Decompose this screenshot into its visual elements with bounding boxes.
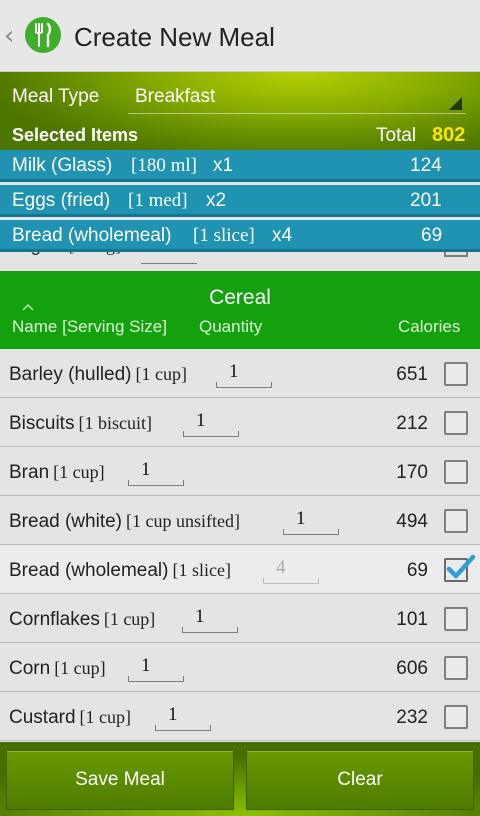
meal-type-label: Meal Type	[12, 86, 100, 107]
total-label: Total	[376, 125, 417, 146]
quantity-input[interactable]: 1	[216, 361, 272, 388]
food-serving: [1 cup unsifted]	[126, 511, 240, 531]
meal-panel: Meal Type Breakfast Selected Items Total…	[0, 72, 480, 150]
select-checkbox[interactable]	[444, 705, 468, 729]
select-checkbox[interactable]	[444, 607, 468, 631]
select-checkbox[interactable]	[444, 362, 468, 386]
quantity-value: 1	[195, 606, 205, 627]
selected-item-row[interactable]: Bread (wholemeal) [1 slice] x4 69	[0, 220, 480, 252]
selected-item-qty: x4	[272, 225, 293, 246]
list-item[interactable]: Bran [1 cup] 1 170	[0, 447, 480, 496]
list-item[interactable]: Barley (hulled) [1 cup] 1 651	[0, 349, 480, 398]
calories-value: 212	[396, 413, 428, 434]
select-checkbox[interactable]	[444, 554, 476, 582]
selected-item-calories: 69	[421, 225, 443, 246]
category-header: Cereal Name [Serving Size] Quantity Calo…	[0, 271, 480, 349]
list-item[interactable]: Custard [1 cup] 1 232	[0, 692, 480, 741]
selected-item-calories: 201	[410, 190, 442, 211]
selected-item-serving: [180 ml]	[131, 155, 197, 176]
selected-item-calories: 124	[410, 155, 442, 176]
quantity-input[interactable]: 1	[155, 704, 211, 731]
quantity-value: 1	[196, 410, 206, 431]
dropdown-arrow-icon	[449, 97, 462, 110]
calories-value: 494	[396, 511, 428, 532]
category-title[interactable]: Cereal	[0, 286, 480, 310]
calories-value: 232	[396, 707, 428, 728]
select-checkbox[interactable]	[444, 509, 468, 533]
list-item[interactable]: Bread (wholemeal) [1 slice] 4 69	[0, 545, 480, 594]
selected-item-name: Eggs (fried)	[12, 190, 111, 211]
calories-value: 101	[396, 609, 428, 630]
calories-value: 606	[396, 658, 428, 679]
fork-knife-icon[interactable]	[25, 17, 61, 53]
selected-item-serving: [1 slice]	[193, 225, 255, 246]
quantity-input[interactable]: 1	[128, 459, 184, 486]
quantity-value: 1	[141, 459, 151, 480]
action-bar: ‹ Create New Meal	[0, 0, 480, 72]
calories-value: 651	[396, 364, 428, 385]
food-name: Corn	[9, 658, 51, 679]
food-name: Custard	[9, 707, 76, 728]
select-checkbox[interactable]	[444, 460, 468, 484]
selected-item-name: Bread (wholemeal)	[12, 225, 172, 246]
food-name: Bread (white)	[9, 511, 122, 532]
food-name: Cornflakes	[9, 609, 100, 630]
list-item[interactable]: Biscuits [1 biscuit] 1 212	[0, 398, 480, 447]
back-chevron-icon[interactable]: ‹	[4, 20, 20, 52]
selected-item-row[interactable]: Milk (Glass) [180 ml] x1 124	[0, 150, 480, 182]
button-bar: Save Meal Clear	[0, 742, 480, 816]
list-item[interactable]: Cornflakes [1 cup] 1 101	[0, 594, 480, 643]
calories-value: 69	[406, 560, 428, 581]
quantity-input[interactable]: 1	[283, 508, 339, 535]
quantity-value: 1	[229, 361, 239, 382]
food-serving: [1 cup]	[135, 364, 187, 384]
selected-item-serving: [1 med]	[128, 190, 188, 211]
selected-item-qty: x2	[206, 190, 227, 211]
selected-item-qty: x1	[213, 155, 234, 176]
column-header-name: Name [Serving Size]	[12, 317, 167, 337]
food-serving: [1 biscuit]	[78, 413, 152, 433]
chevron-up-icon[interactable]	[22, 301, 34, 313]
selected-items-label: Selected Items	[12, 125, 139, 145]
quantity-value: 4	[276, 557, 286, 578]
total-calories: 802	[432, 124, 466, 146]
column-header-quantity: Quantity	[199, 317, 263, 336]
select-checkbox[interactable]	[444, 411, 468, 435]
food-serving: [1 cup]	[79, 707, 132, 727]
column-name-label: Name	[12, 317, 58, 336]
food-name: Barley (hulled)	[9, 364, 132, 385]
column-header-calories: Calories	[398, 317, 461, 336]
column-serving-label: [Serving Size]	[62, 317, 167, 336]
meal-type-dropdown[interactable]: Breakfast	[128, 80, 466, 114]
list-item[interactable]: Bread (white) [1 cup unsifted] 1 494	[0, 496, 480, 545]
quantity-value: 1	[296, 508, 306, 529]
selected-item-name: Milk (Glass)	[12, 155, 113, 176]
food-serving: [1 cup]	[53, 462, 105, 482]
quantity-value: 1	[141, 655, 151, 676]
save-meal-button[interactable]: Save Meal	[6, 750, 234, 810]
quantity-value: 1	[168, 704, 178, 725]
food-serving: [1 cup]	[103, 609, 156, 629]
food-serving: [1 cup]	[54, 658, 106, 678]
calories-value: 170	[396, 462, 428, 483]
food-name: Biscuits	[9, 413, 75, 434]
select-checkbox[interactable]	[444, 656, 468, 680]
meal-type-value: Breakfast	[135, 86, 216, 107]
clear-button[interactable]: Clear	[246, 750, 474, 810]
quantity-input[interactable]: 1	[128, 655, 184, 682]
food-name: Bran	[9, 462, 50, 483]
selected-item-row[interactable]: Eggs (fried) [1 med] x2 201	[0, 185, 480, 217]
quantity-input[interactable]: 1	[183, 410, 239, 437]
list-item[interactable]: Corn [1 cup] 1 606	[0, 643, 480, 692]
food-name: Bread (wholemeal)	[9, 560, 169, 581]
food-serving: [1 slice]	[172, 560, 231, 580]
checkmark-icon	[446, 554, 476, 579]
quantity-input[interactable]: 1	[182, 606, 238, 633]
page-title: Create New Meal	[74, 22, 275, 52]
quantity-input[interactable]: 4	[263, 557, 319, 584]
